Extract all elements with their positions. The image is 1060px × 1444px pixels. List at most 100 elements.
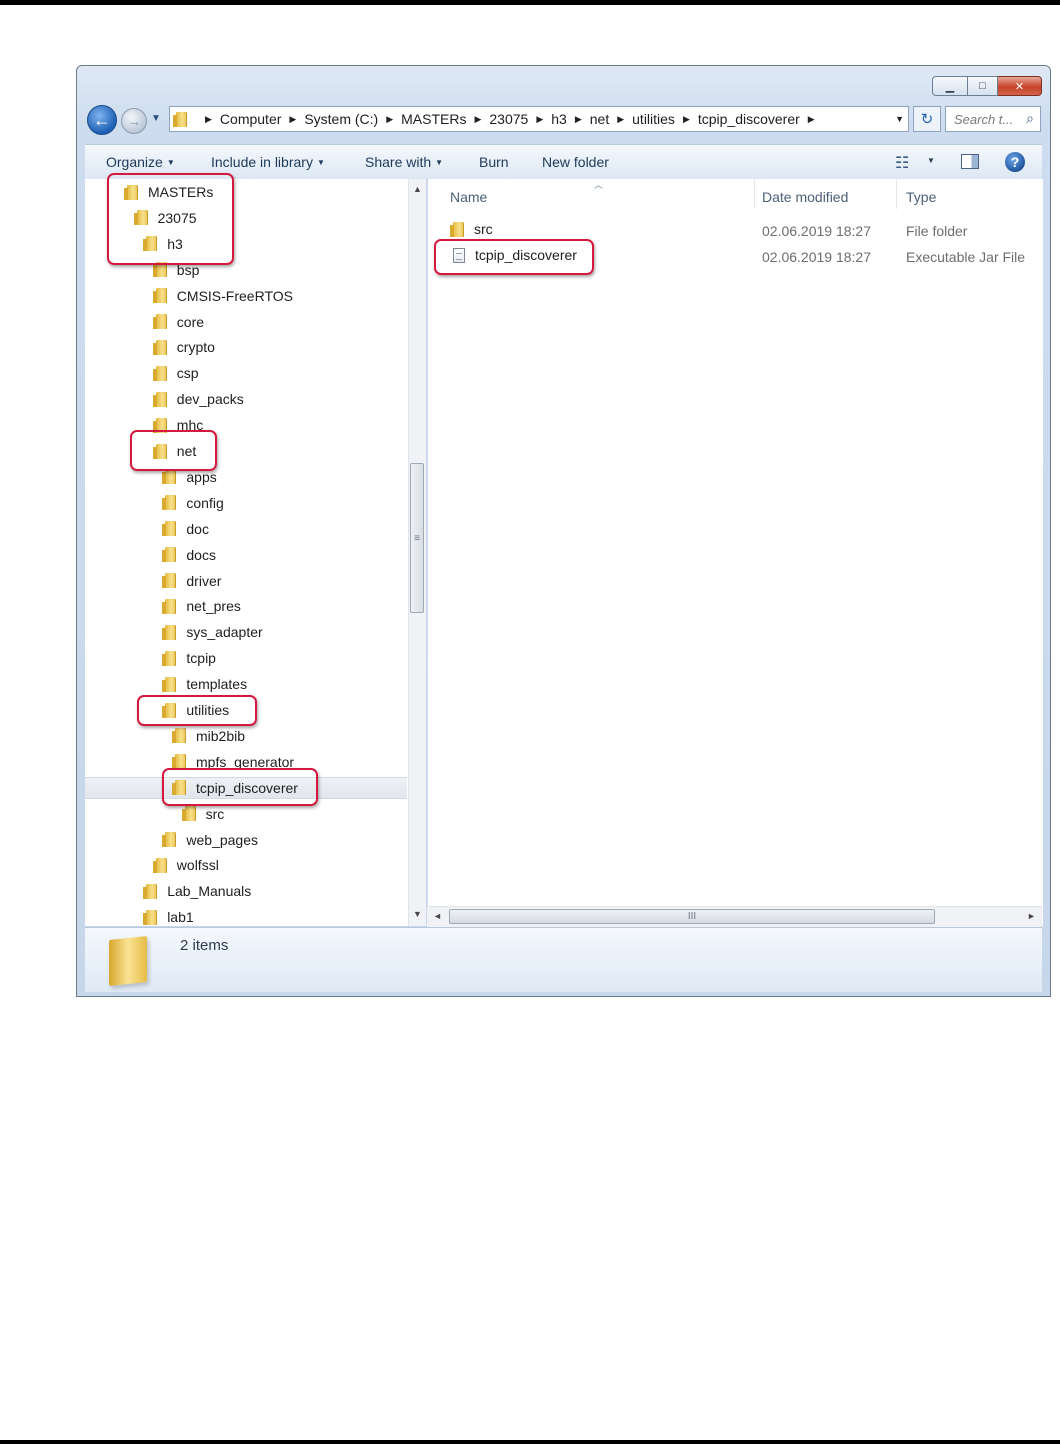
tree-item[interactable]: mib2bib (172, 725, 245, 747)
tree-item[interactable]: config (162, 492, 224, 514)
tree-item-label: core (176, 313, 205, 330)
folder-icon (152, 288, 167, 304)
file-list-horizontal-scrollbar[interactable]: ◄ III ► (427, 906, 1042, 927)
folder-icon (162, 624, 177, 640)
file-list-pane[interactable]: ︿ Name Date modified Type src 02.06.2019… (427, 179, 1043, 926)
breadcrumb-separator[interactable]: ▶ (575, 114, 582, 125)
folder-icon (109, 936, 147, 986)
page-top-rule (0, 0, 1060, 5)
breadcrumb-separator[interactable]: ▶ (808, 114, 815, 125)
breadcrumb-separator[interactable]: ▶ (617, 114, 624, 125)
close-button[interactable]: ✕ (998, 76, 1042, 96)
column-divider[interactable] (896, 179, 897, 209)
scroll-left-arrow-icon[interactable]: ◄ (433, 911, 442, 921)
breadcrumb-separator[interactable]: ▶ (205, 114, 212, 125)
tree-item[interactable]: net_pres (162, 595, 241, 617)
preview-pane-icon[interactable] (961, 154, 979, 169)
breadcrumb-utilities[interactable]: utilities (632, 111, 675, 127)
folder-icon (152, 314, 167, 329)
tree-item[interactable]: lab1 (143, 906, 194, 926)
chevron-down-icon: ▼ (435, 158, 444, 167)
breadcrumb-separator[interactable]: ▶ (289, 114, 296, 125)
tree-item[interactable]: csp (152, 362, 199, 384)
tree-item[interactable]: doc (162, 518, 209, 540)
breadcrumb-23075[interactable]: 23075 (489, 111, 528, 127)
page-bottom-rule (0, 1440, 1060, 1444)
navigation-pane[interactable]: MASTERs 23075 h3 bsp CMSIS-FreeRTOS core crypt… (85, 179, 425, 926)
breadcrumb-system-c[interactable]: System (C:) (304, 111, 378, 127)
folder-icon (143, 883, 158, 899)
tree-item[interactable]: sys_adapter (162, 621, 263, 643)
tree-item[interactable]: wolfssl (152, 854, 219, 876)
tree-item[interactable]: dev_packs (152, 388, 244, 410)
navigation-vertical-scrollbar[interactable]: ▲ ≡ ▼ (408, 179, 426, 926)
recent-pages-dropdown[interactable]: ▼ (151, 113, 161, 124)
share-with-menu[interactable]: Share with ▼ (365, 154, 443, 170)
address-history-dropdown-icon[interactable]: ▼ (895, 114, 904, 124)
breadcrumb-separator[interactable]: ▶ (474, 114, 481, 125)
navigation-row: ← → ▼ ▶ Computer ▶ System (C:) ▶ MASTERs… (87, 104, 1042, 135)
breadcrumb-tcpip-discoverer[interactable]: tcpip_discoverer (698, 111, 800, 127)
column-divider[interactable] (754, 179, 755, 209)
details-pane: 2 items (85, 927, 1042, 992)
tree-item[interactable]: crypto (152, 336, 215, 358)
file-date: 02.06.2019 18:27 (762, 249, 871, 265)
search-input[interactable]: Search t... ⌕ (945, 106, 1041, 132)
breadcrumb-computer[interactable]: Computer (220, 111, 281, 127)
tree-item[interactable]: driver (162, 570, 221, 592)
tree-item[interactable]: web_pages (162, 829, 258, 851)
window-controls: ▁ □ ✕ (932, 76, 1042, 96)
organize-menu[interactable]: Organize ▼ (106, 154, 175, 170)
tree-item-label: apps (186, 468, 217, 485)
view-options-chevron-icon[interactable]: ▼ (927, 156, 935, 165)
folder-icon (450, 221, 464, 237)
tree-item[interactable]: templates (162, 673, 247, 695)
column-header-type[interactable]: Type (906, 189, 936, 205)
address-bar[interactable]: ▶ Computer ▶ System (C:) ▶ MASTERs ▶ 230… (169, 106, 909, 132)
vertical-scroll-thumb[interactable]: ≡ (410, 463, 424, 613)
refresh-button[interactable]: ↻ (913, 106, 941, 132)
change-view-icon[interactable]: ☷ (895, 153, 909, 173)
file-type: Executable Jar File (906, 249, 1026, 265)
chevron-down-icon: ▼ (316, 158, 325, 167)
tree-item[interactable]: docs (162, 544, 216, 566)
tree-item[interactable]: core (152, 311, 205, 333)
column-header-date-modified[interactable]: Date modified (762, 189, 848, 205)
tree-item-label: src (205, 805, 225, 822)
maximize-button[interactable]: □ (968, 76, 998, 96)
scroll-up-arrow-icon[interactable]: ▲ (413, 184, 422, 194)
file-name-cell: src (450, 221, 493, 237)
tree-item-label: wolfssl (176, 857, 219, 874)
breadcrumb-masters[interactable]: MASTERs (401, 111, 466, 127)
folder-icon (152, 857, 167, 873)
tree-item-label: dev_packs (176, 391, 244, 408)
breadcrumb-separator[interactable]: ▶ (683, 114, 690, 125)
breadcrumb-net[interactable]: net (590, 111, 609, 127)
tree-item[interactable]: tcpip (162, 647, 216, 669)
tree-item[interactable]: CMSIS-FreeRTOS (152, 285, 293, 307)
tree-item-label: lab1 (167, 909, 194, 926)
folder-icon (162, 469, 177, 485)
minimize-button[interactable]: ▁ (932, 76, 968, 96)
burn-button[interactable]: Burn (479, 154, 509, 170)
breadcrumb-separator[interactable]: ▶ (386, 114, 393, 125)
breadcrumb-h3[interactable]: h3 (551, 111, 567, 127)
search-icon[interactable]: ⌕ (1026, 110, 1034, 127)
highlight-box-utilities (137, 695, 257, 726)
column-header-name[interactable]: Name (450, 189, 487, 205)
folder-icon (162, 495, 177, 511)
tree-item-label: doc (186, 520, 209, 537)
breadcrumb-separator[interactable]: ▶ (536, 114, 543, 125)
back-button[interactable]: ← (87, 105, 117, 135)
scroll-down-arrow-icon[interactable]: ▼ (413, 909, 422, 919)
scroll-right-arrow-icon[interactable]: ► (1027, 911, 1036, 921)
new-folder-button[interactable]: New folder (542, 154, 609, 170)
folder-icon (173, 111, 187, 127)
help-icon[interactable]: ? (1005, 152, 1025, 172)
include-in-library-menu[interactable]: Include in library ▼ (211, 154, 325, 170)
folder-icon (162, 598, 177, 614)
tree-item-label: sys_adapter (186, 624, 263, 641)
horizontal-scroll-thumb[interactable]: III (449, 909, 935, 924)
tree-item[interactable]: Lab_Manuals (143, 880, 251, 902)
forward-button[interactable]: → (121, 108, 147, 134)
